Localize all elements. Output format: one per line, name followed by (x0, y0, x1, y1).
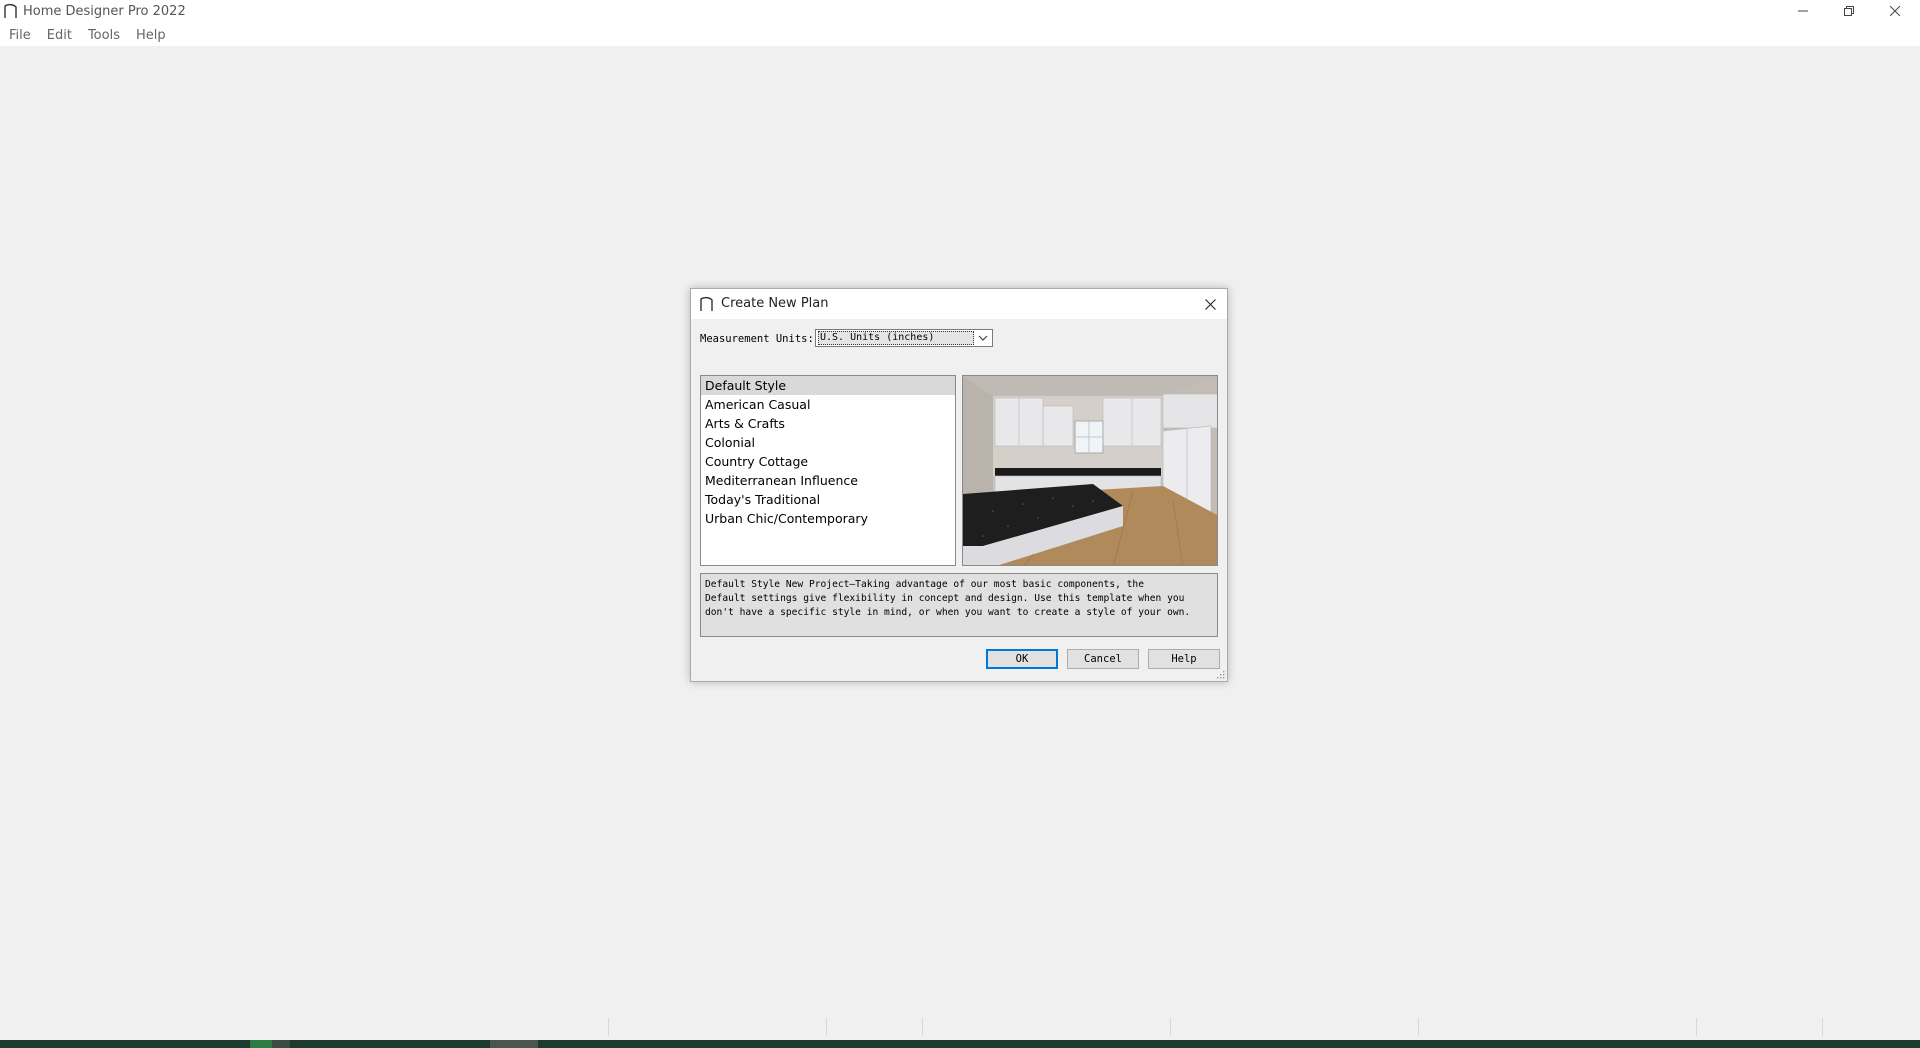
resize-grip-icon[interactable] (1215, 669, 1225, 679)
taskbar (0, 1040, 1920, 1048)
menu-tools[interactable]: Tools (79, 28, 127, 43)
cancel-button[interactable]: Cancel (1067, 649, 1139, 669)
dialog-title-bar: Create New Plan (691, 289, 1227, 319)
chevron-down-icon[interactable] (975, 331, 991, 345)
help-button[interactable]: Help (1148, 649, 1220, 669)
status-bar (0, 1018, 1920, 1038)
menu-help[interactable]: Help (127, 28, 173, 43)
status-divider (608, 1018, 609, 1036)
status-divider (826, 1018, 827, 1036)
close-icon (1204, 298, 1216, 310)
menu-bar: File Edit Tools Help (0, 24, 1920, 46)
close-icon (1890, 6, 1900, 16)
taskbar-app-indicator[interactable] (272, 1040, 290, 1048)
minimize-icon (1798, 10, 1808, 12)
status-divider (1696, 1018, 1697, 1036)
style-list[interactable]: Default Style American Casual Arts & Cra… (700, 375, 956, 566)
style-item-urban-chic-contemporary[interactable]: Urban Chic/Contemporary (701, 509, 955, 528)
kitchen-preview-icon (963, 376, 1217, 565)
taskbar-app-indicator[interactable] (250, 1040, 272, 1048)
style-item-american-casual[interactable]: American Casual (701, 395, 955, 414)
minimize-button[interactable] (1780, 0, 1826, 22)
style-preview-image (962, 375, 1218, 566)
restore-button[interactable] (1826, 0, 1872, 22)
dialog-logo-icon (700, 296, 713, 311)
dialog-close-button[interactable] (1199, 293, 1221, 315)
restore-icon (1844, 6, 1854, 16)
style-item-arts-crafts[interactable]: Arts & Crafts (701, 414, 955, 433)
style-description: Default Style New Project—Taking advanta… (700, 573, 1218, 637)
measurement-units-value: U.S. Units (inches) (818, 331, 974, 345)
ok-button[interactable]: OK (986, 649, 1058, 669)
description-line: Default Style New Project—Taking advanta… (705, 579, 1144, 590)
measurement-units-select[interactable]: U.S. Units (inches) (815, 329, 993, 347)
create-new-plan-dialog: Create New Plan Measurement Units: U.S. … (690, 288, 1228, 682)
menu-file[interactable]: File (0, 28, 38, 43)
app-logo-icon (4, 3, 17, 18)
taskbar-app-indicator[interactable] (490, 1040, 538, 1048)
app-title: Home Designer Pro 2022 (23, 4, 186, 19)
style-item-todays-traditional[interactable]: Today's Traditional (701, 490, 955, 509)
style-item-country-cottage[interactable]: Country Cottage (701, 452, 955, 471)
description-line: Default settings give flexibility in con… (705, 593, 1185, 604)
app-window: Home Designer Pro 2022 File Edit Tools H… (0, 0, 1920, 1048)
style-item-default-style[interactable]: Default Style (701, 376, 955, 395)
description-line: don't have a specific style in mind, or … (705, 607, 1191, 618)
title-bar: Home Designer Pro 2022 (0, 0, 1920, 24)
style-item-colonial[interactable]: Colonial (701, 433, 955, 452)
status-divider (1418, 1018, 1419, 1036)
measurement-units-label: Measurement Units: (700, 333, 814, 345)
dialog-title: Create New Plan (721, 296, 829, 311)
style-item-mediterranean-influence[interactable]: Mediterranean Influence (701, 471, 955, 490)
close-window-button[interactable] (1872, 0, 1918, 22)
status-divider (1822, 1018, 1823, 1036)
status-divider (922, 1018, 923, 1036)
menu-edit[interactable]: Edit (38, 28, 79, 43)
status-divider (1170, 1018, 1171, 1036)
